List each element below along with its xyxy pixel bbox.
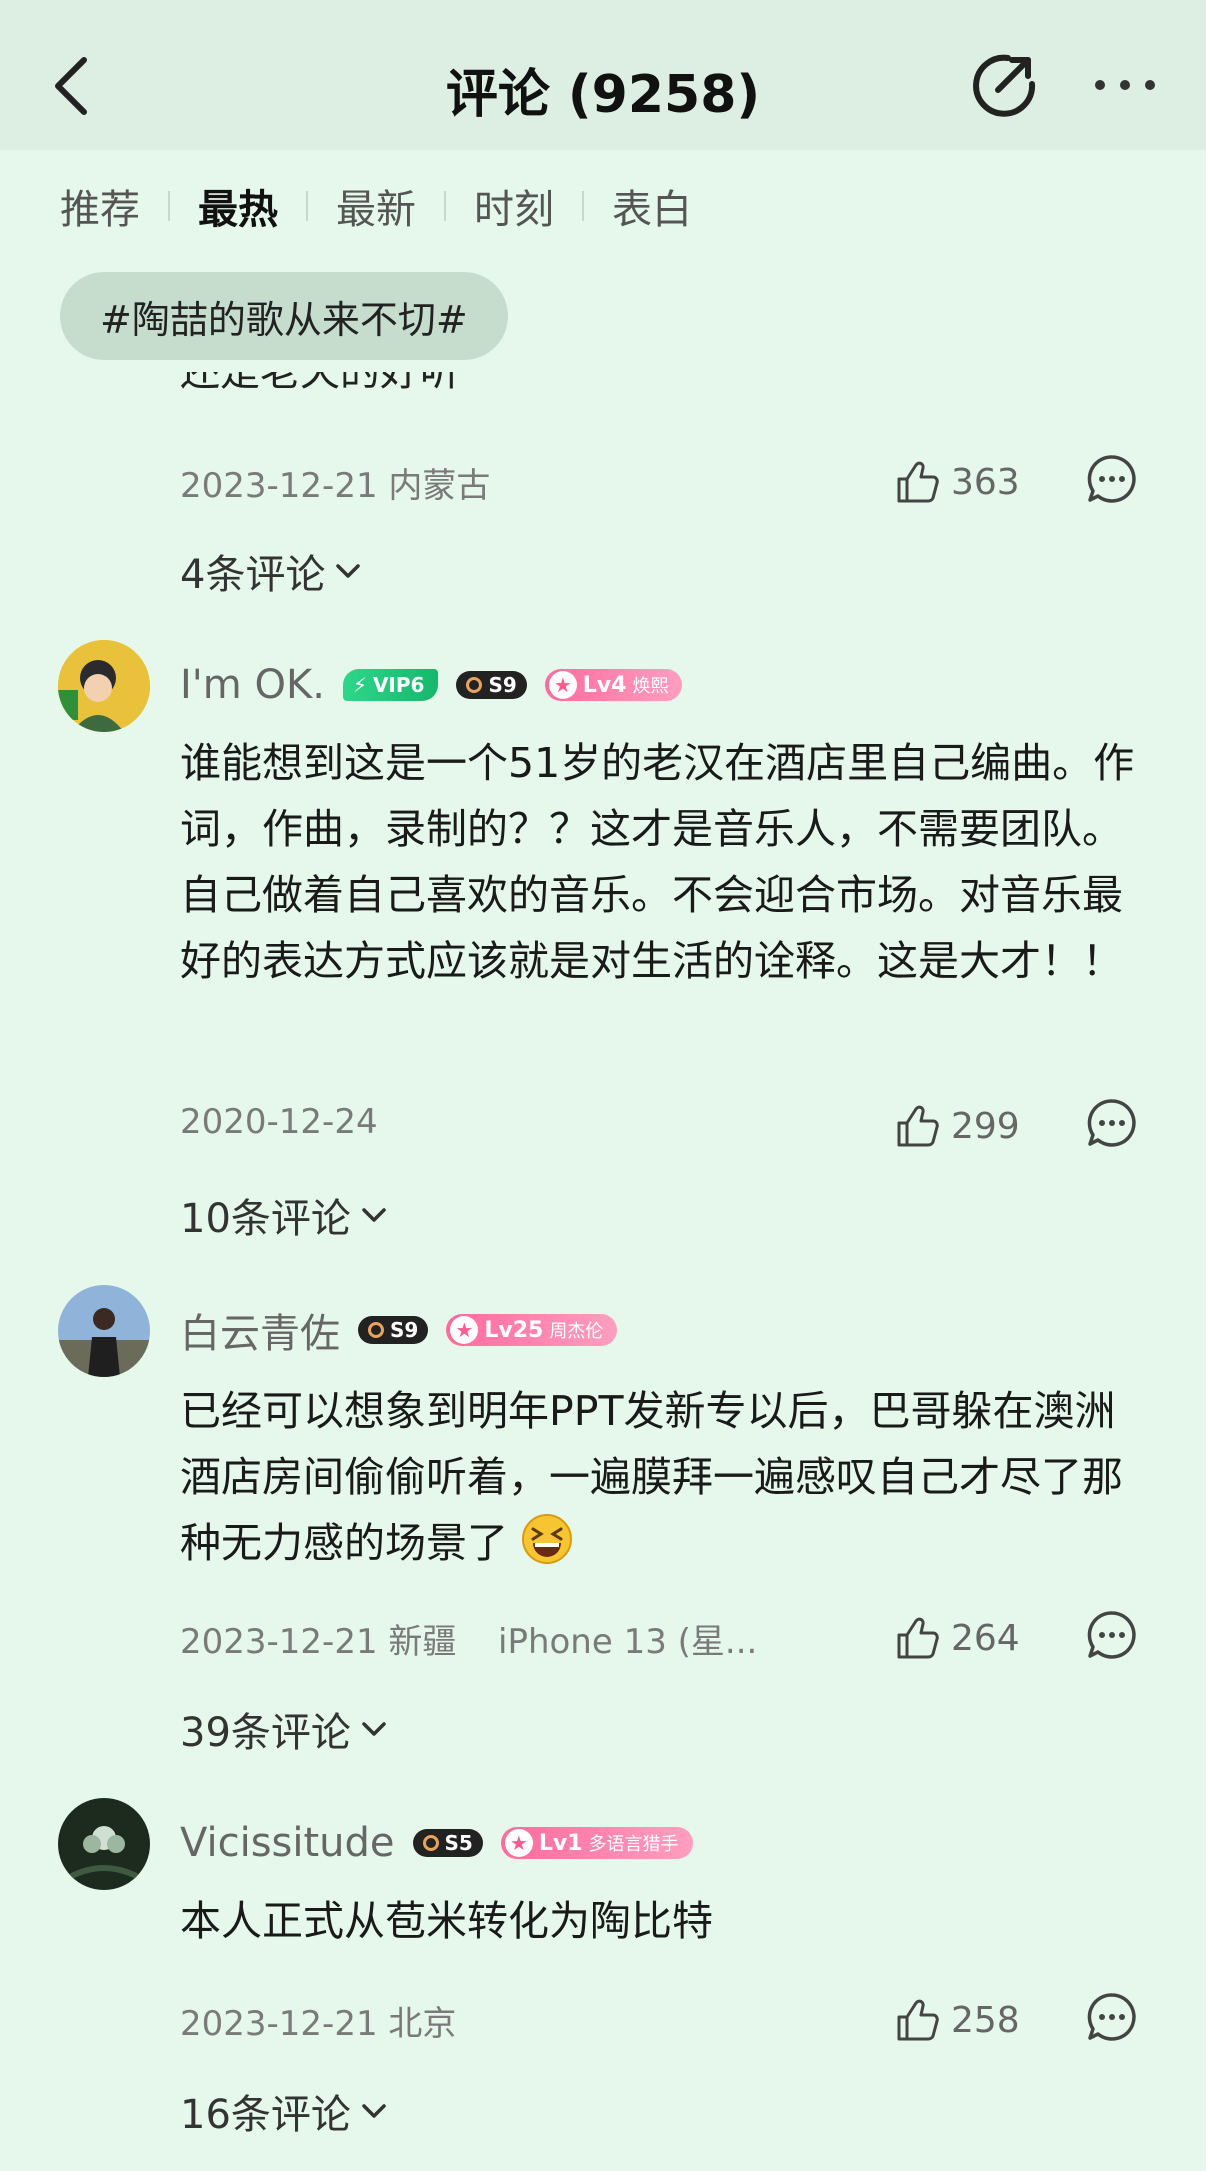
- like-button[interactable]: 299: [893, 1096, 1023, 1156]
- level-label: Lv1: [538, 1830, 583, 1856]
- avatar[interactable]: [58, 640, 150, 732]
- reply-button[interactable]: [1085, 1990, 1139, 2044]
- level-badge: ★ Lv1 多语言猎手: [500, 1827, 693, 1859]
- comment-date: 2023-12-21 北京: [180, 2004, 457, 2044]
- like-button[interactable]: 264: [893, 1608, 1023, 1668]
- comment-date: 2023-12-21 内蒙古: [180, 466, 491, 506]
- ring-icon: [422, 1835, 439, 1851]
- tab-divider: [582, 191, 584, 221]
- level-name: 周杰伦: [549, 1321, 604, 1342]
- share-icon: [973, 54, 1036, 117]
- like-button[interactable]: 363: [893, 452, 1023, 512]
- level-label: Lv4: [582, 672, 627, 698]
- replies-count: 4条评论: [180, 552, 326, 598]
- ring-icon: [466, 677, 483, 693]
- like-count: 258: [951, 1999, 1020, 2041]
- comment-bubble-icon: [1087, 1611, 1136, 1659]
- device-label: iPhone 13 (星...: [498, 1622, 758, 1662]
- comment-date: 2023-12-21 新疆: [180, 1622, 457, 1662]
- comment-bubble-icon: [1087, 455, 1136, 503]
- avatar-image: [58, 640, 150, 732]
- s-badge: S9: [456, 671, 527, 699]
- replies-count: 39条评论: [180, 1710, 351, 1756]
- reply-button[interactable]: [1085, 452, 1139, 506]
- like-count: 363: [951, 461, 1020, 503]
- tab-divider: [306, 191, 308, 221]
- vip-badge: ⚡ VIP6: [342, 669, 439, 701]
- ring-icon: [368, 1322, 384, 1338]
- comment-text: 谁能想到这是一个51岁的老汉在酒店里自己编曲。作词，作曲，录制的？？这才是音乐人…: [180, 739, 1135, 985]
- replies-link[interactable]: 10条评论: [180, 1186, 389, 1244]
- username[interactable]: Vicissitude: [180, 1820, 395, 1866]
- top-bar: 评论 (9258): [0, 0, 1206, 150]
- like-count: 264: [951, 1617, 1020, 1659]
- topic-chip[interactable]: #陶喆的歌从来不切#: [60, 272, 508, 360]
- replies-count: 16条评论: [180, 2092, 351, 2138]
- s-badge: S9: [358, 1316, 429, 1344]
- s-label: S9: [488, 673, 517, 697]
- thumb-up-icon: [897, 1999, 939, 2041]
- s-badge: S5: [412, 1829, 483, 1857]
- level-name: 多语言猎手: [588, 1834, 679, 1855]
- tab-moments[interactable]: 时刻: [474, 177, 554, 235]
- tab-divider: [444, 191, 446, 221]
- partial-comment-text: 还是老天的好听: [180, 372, 460, 402]
- thumb-up-icon: [897, 1105, 939, 1147]
- comment-text: 已经可以想象到明年PPT发新专以后，巴哥躲在澳洲酒店房间偷偷听着，一遍膜拜一遍感…: [180, 1378, 1140, 1576]
- star-icon: ★: [450, 1316, 479, 1344]
- thumb-up-icon: [897, 1617, 939, 1659]
- level-badge: ★ Lv25 周杰伦: [446, 1314, 618, 1346]
- replies-link[interactable]: 4条评论: [180, 542, 363, 600]
- partial-comment-text-content: 还是老天的好听: [180, 372, 460, 395]
- comment-text-content: 已经可以想象到明年PPT发新专以后，巴哥躲在澳洲酒店房间偷偷听着，一遍膜拜一遍感…: [180, 1387, 1123, 1567]
- username[interactable]: I'm OK.: [180, 662, 325, 708]
- chevron-down-icon: [362, 1722, 386, 1736]
- like-button[interactable]: 258: [893, 1990, 1023, 2050]
- comment-bubble-icon: [1087, 1099, 1136, 1147]
- tab-divider: [168, 191, 170, 221]
- avatar-image: [58, 1798, 150, 1890]
- comment-user-row: 白云青佐 S9 ★ Lv25 周杰伦: [180, 1301, 618, 1359]
- tab-hottest[interactable]: 最热: [198, 177, 278, 235]
- comment-text: 本人正式从苞米转化为陶比特: [180, 1897, 713, 1945]
- username[interactable]: 白云青佐: [180, 1301, 340, 1359]
- share-button[interactable]: [968, 50, 1040, 122]
- star-icon: ★: [548, 671, 577, 699]
- lightning-icon: ⚡: [352, 673, 367, 697]
- replies-count: 10条评论: [180, 1196, 351, 1242]
- sort-tabs: 推荐 最热 最新 时刻 表白: [60, 178, 692, 234]
- avatar[interactable]: [58, 1285, 150, 1377]
- tab-confession[interactable]: 表白: [612, 177, 692, 235]
- chevron-down-icon: [336, 564, 361, 578]
- comment-user-row: Vicissitude S5 ★ Lv1 多语言猎手: [180, 1817, 693, 1869]
- s-label: S9: [390, 1318, 419, 1342]
- tab-newest[interactable]: 最新: [336, 177, 416, 235]
- reply-button[interactable]: [1085, 1096, 1139, 1150]
- level-label: Lv25: [484, 1317, 544, 1343]
- chevron-down-icon: [362, 2104, 386, 2118]
- like-count: 299: [951, 1105, 1020, 1147]
- comment-date: 2020-12-24: [180, 1102, 378, 1142]
- level-name: 焕熙: [632, 676, 669, 697]
- comment-user-row: I'm OK. ⚡ VIP6 S9 ★ Lv4 焕熙: [180, 659, 683, 711]
- tab-recommend[interactable]: 推荐: [60, 177, 140, 235]
- chevron-down-icon: [362, 1208, 386, 1222]
- grinning-squint-emoji-icon: [522, 1514, 573, 1564]
- star-icon: ★: [504, 1829, 533, 1857]
- s-label: S5: [444, 1831, 473, 1855]
- level-badge: ★ Lv4 焕熙: [544, 669, 683, 701]
- avatar[interactable]: [58, 1798, 150, 1890]
- comment-bubble-icon: [1087, 1993, 1136, 2041]
- replies-link[interactable]: 39条评论: [180, 1700, 389, 1758]
- replies-link[interactable]: 16条评论: [180, 2082, 389, 2140]
- more-dots-icon: [1095, 80, 1155, 90]
- reply-button[interactable]: [1085, 1608, 1139, 1662]
- more-button[interactable]: [1090, 60, 1160, 110]
- thumb-up-icon: [897, 461, 939, 503]
- vip-label: VIP6: [372, 673, 425, 697]
- avatar-image: [58, 1285, 150, 1377]
